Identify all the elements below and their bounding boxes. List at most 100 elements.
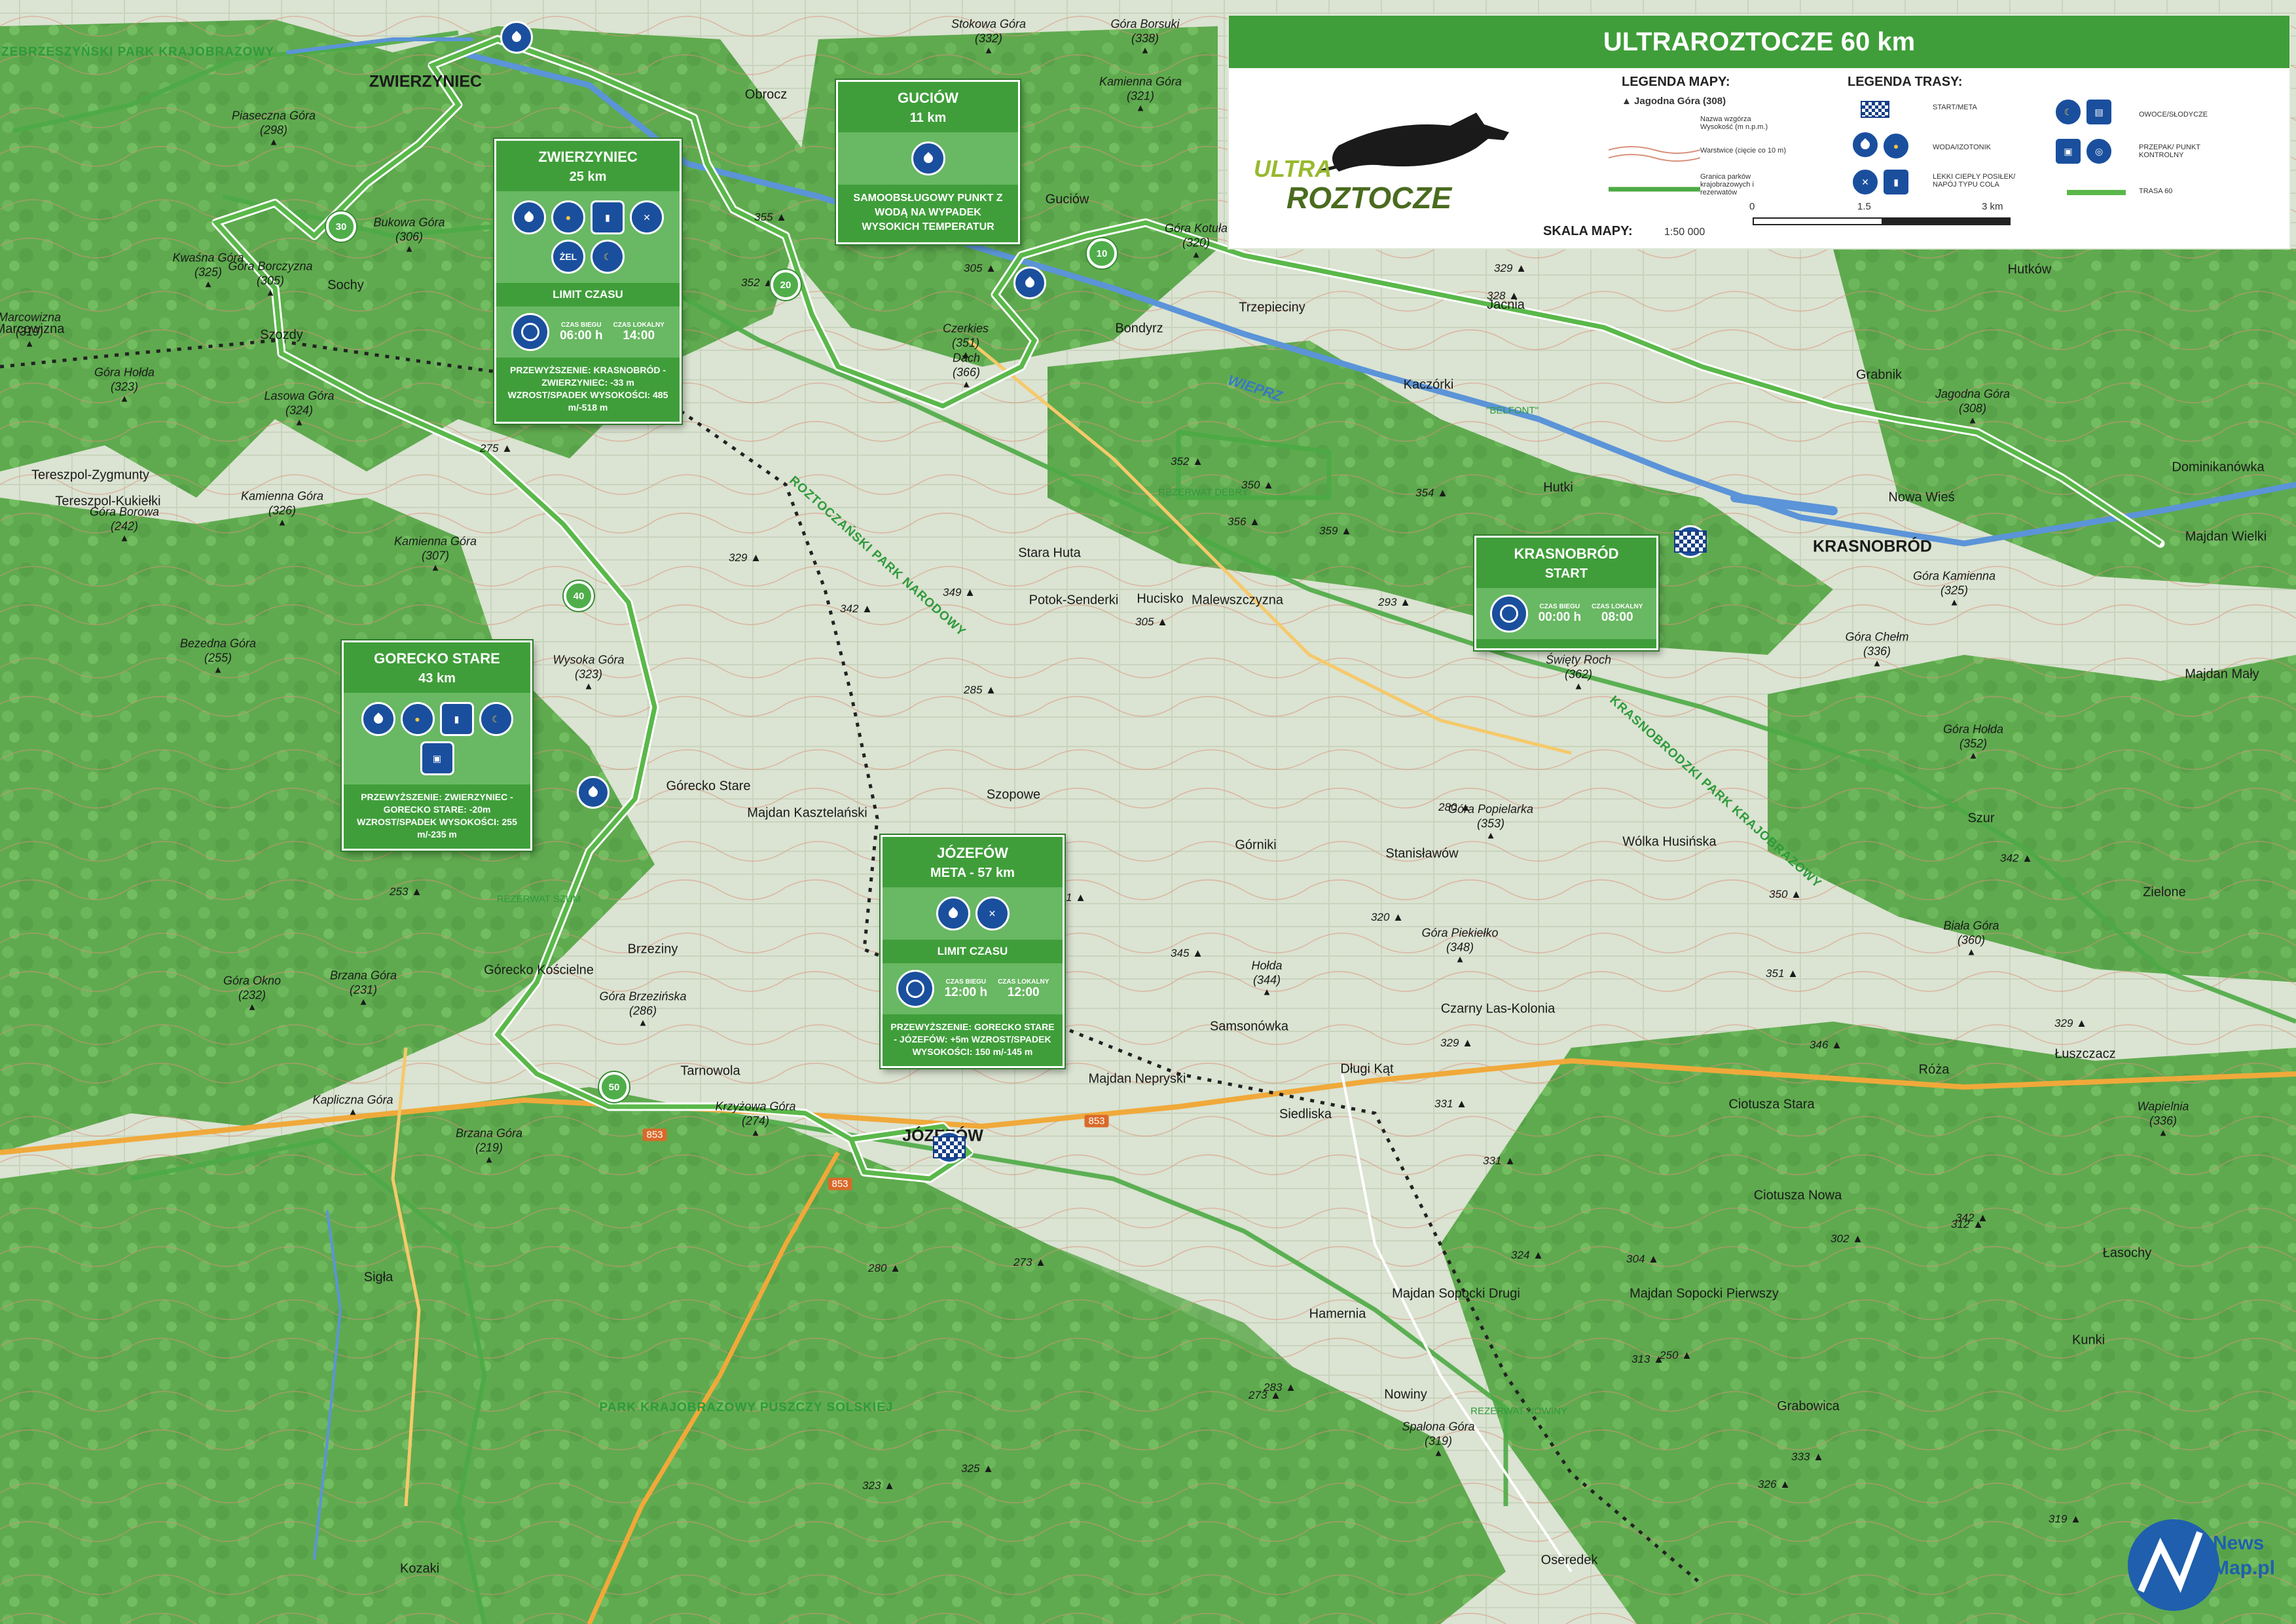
drop-bag-icon: ▣ (2054, 137, 2083, 166)
hill-label: Góra Chełm (336) ▲ (1845, 630, 1908, 669)
hill-name: Święty Roch (1545, 653, 1612, 667)
cola-icon: ▮ (591, 200, 625, 234)
legend-contour-swatch (1609, 146, 1700, 162)
summit-icon: ▲ (358, 996, 369, 1008)
panel-krasnobrod[interactable]: KRASNOBRÓD START CZAS BIEGU 00:00 h CZAS … (1474, 536, 1658, 650)
route-map[interactable]: ZWIERZYNIEC KRASNOBRÓD JÓZEFÓW Obrocz Guciów… (0, 0, 2296, 1624)
fruit-icon: ☾ (591, 240, 625, 274)
stopwatch-icon (1489, 595, 1528, 633)
isotonic-icon: ● (1882, 132, 1911, 160)
elevation-label: 304 ▲ (1626, 1253, 1659, 1265)
elevation-label: 342 ▲ (840, 602, 873, 615)
summit-icon: ▲ (213, 664, 223, 676)
town-label: Grabnik (1855, 367, 1903, 382)
panel-icons: ✕ (883, 887, 1063, 940)
km-marker: 20 (771, 270, 801, 300)
panel-zwierzyniec[interactable]: ZWIERZYNIEC 25 km ● ▮ ✕ ŻEL ☾ LIMIT CZAS… (494, 139, 682, 424)
elevation-label: 345 ▲ (1171, 947, 1203, 959)
logo-ultra: ULTRA (1254, 155, 1332, 182)
water-point-icon[interactable] (577, 776, 610, 809)
hill-label: Spalona Góra (319) ▲ (1402, 1420, 1474, 1458)
legend-box: ULTRAROZTOCZE 60 km ULTRA ROZTOCZE LEGEN… (1228, 14, 2291, 249)
town-label: Sigła (363, 1270, 393, 1285)
hill-label: Góra Hołda (323) ▲ (94, 365, 155, 404)
race-time: 00:00 h (1538, 610, 1582, 624)
legend-start-meta: START/META (1933, 103, 1977, 111)
panel-gorecko-stare[interactable]: GORECKO STARE 43 km ● ▮ ☾ ▣ PRZEWYŻSZENI… (342, 640, 532, 851)
time-row: CZAS BIEGU 06:00 h CZAS LOKALNY 14:00 (496, 306, 680, 358)
hill-label: Góra Okno (232) ▲ (223, 974, 281, 1012)
hill-label: Góra Piekiełko (348) ▲ (1421, 926, 1498, 965)
elevation-label: 280 ▲ (868, 1262, 901, 1274)
hill-label: Krzyżowa Góra (274) ▲ (715, 1099, 795, 1138)
elevation-label: 354 ▲ (1415, 487, 1448, 499)
hill-name: Hołda (1251, 959, 1283, 972)
summit-icon: ▲ (1573, 680, 1584, 692)
stopwatch-marker-icon[interactable] (500, 21, 533, 54)
town-label: Malewszczyzna (1191, 593, 1284, 608)
elevation-label: 285 ▲ (964, 684, 996, 696)
elevation-note: PRZEWYŻSZENIE: GORECKO STARE - JÓZEFÓW: … (890, 1022, 1055, 1057)
panel-jozefow[interactable]: JÓZEFÓW META - 57 km ✕ LIMIT CZASU CZAS … (881, 835, 1065, 1068)
hill-elevation: (353) (1476, 817, 1505, 830)
elevation-label: 350 ▲ (1769, 888, 1802, 900)
panel-icons: ● ▮ ☾ ▣ (344, 693, 530, 784)
start-finish-flag-icon[interactable] (1674, 530, 1707, 553)
elevation-label: 329 ▲ (2054, 1017, 2087, 1029)
town-label: Hamernia (1309, 1306, 1366, 1321)
hill-elevation: (323) (110, 380, 139, 394)
reserve-name: REZERWAT NOWINY (1470, 1405, 1567, 1417)
summit-icon: ▲ (268, 136, 279, 148)
water-icon (1851, 130, 1880, 159)
elevation-label: 250 ▲ (1660, 1349, 1692, 1361)
meal-icon: ✕ (975, 896, 1010, 931)
hill-elevation: (326) (268, 504, 297, 517)
hill-name: Góra Borowa (89, 505, 160, 519)
town-label: Łuszczacz (2054, 1046, 2116, 1061)
hill-elevation: (242) (110, 519, 139, 533)
drop-icon (587, 786, 600, 799)
water-point-icon[interactable] (1013, 267, 1046, 299)
elevation-label: 323 ▲ (862, 1479, 895, 1492)
local-time-header: CZAS LOKALNY (613, 321, 665, 329)
hill-elevation: (320) (1182, 236, 1211, 249)
summit-icon: ▲ (583, 680, 594, 692)
elevation-label: 280 ▲ (1438, 801, 1471, 813)
hill-label: Kapliczna Góra ▲ (312, 1093, 393, 1117)
summit-icon: ▲ (961, 378, 972, 390)
hill-elevation: (255) (204, 651, 232, 665)
hill-elevation: (336) (1863, 644, 1891, 658)
elevation-label: 313 ▲ (1631, 1353, 1664, 1365)
ultraroztocze-logo: ULTRA ROZTOCZE (1254, 113, 1509, 215)
hill-elevation: (319) (15, 325, 44, 339)
isotonic-icon: ● (400, 702, 435, 736)
panel-title: GUCIÓW (898, 90, 958, 106)
hill-name: Marcowizna (0, 310, 62, 324)
elevation-label: 331 ▲ (1434, 1098, 1467, 1110)
town-label: Szozdy (260, 327, 303, 342)
hill-elevation: (338) (1131, 31, 1159, 45)
town-label: Majdan Wielki (2185, 529, 2267, 544)
race-time-header: CZAS BIEGU (1539, 602, 1580, 610)
town-label: Hutków (2007, 262, 2052, 277)
hill-label: Kamienna Góra (307) ▲ (394, 534, 477, 573)
summit-icon: ▲ (983, 45, 994, 56)
hill-label: Dach (366) ▲ (953, 351, 980, 390)
time-row: CZAS BIEGU 12:00 h CZAS LOKALNY 12:00 (883, 963, 1063, 1014)
town-label: Szur (1967, 811, 1995, 826)
time-limit-label: LIMIT CZASU (937, 945, 1008, 957)
start-finish-flag-icon[interactable] (933, 1136, 966, 1158)
legend-hill-symbol: ▲ Jagodna Góra (308) (1622, 96, 1726, 107)
elevation-label: 320 ▲ (1371, 911, 1404, 923)
elevation-label: 346 ▲ (1810, 1039, 1842, 1051)
park-name: SZCZEBRZESZYŃSKI PARK KRAJOBRAZOWY (0, 45, 274, 59)
elevation-label: 273 ▲ (1013, 1256, 1046, 1268)
hill-elevation: (352) (1959, 737, 1988, 750)
hill-elevation: (286) (629, 1004, 657, 1018)
hill-name: Góra Chełm (1845, 630, 1909, 644)
road-number: 853 (1084, 1115, 1109, 1128)
km-marker: 50 (599, 1072, 629, 1102)
panel-guciow[interactable]: GUCIÓW 11 km SAMOOBSŁUGOWY PUNKT Z WODĄ … (836, 80, 1020, 244)
summit-icon: ▲ (1949, 597, 1959, 608)
town-label: Majdan Sopocki Pierwszy (1630, 1286, 1779, 1301)
